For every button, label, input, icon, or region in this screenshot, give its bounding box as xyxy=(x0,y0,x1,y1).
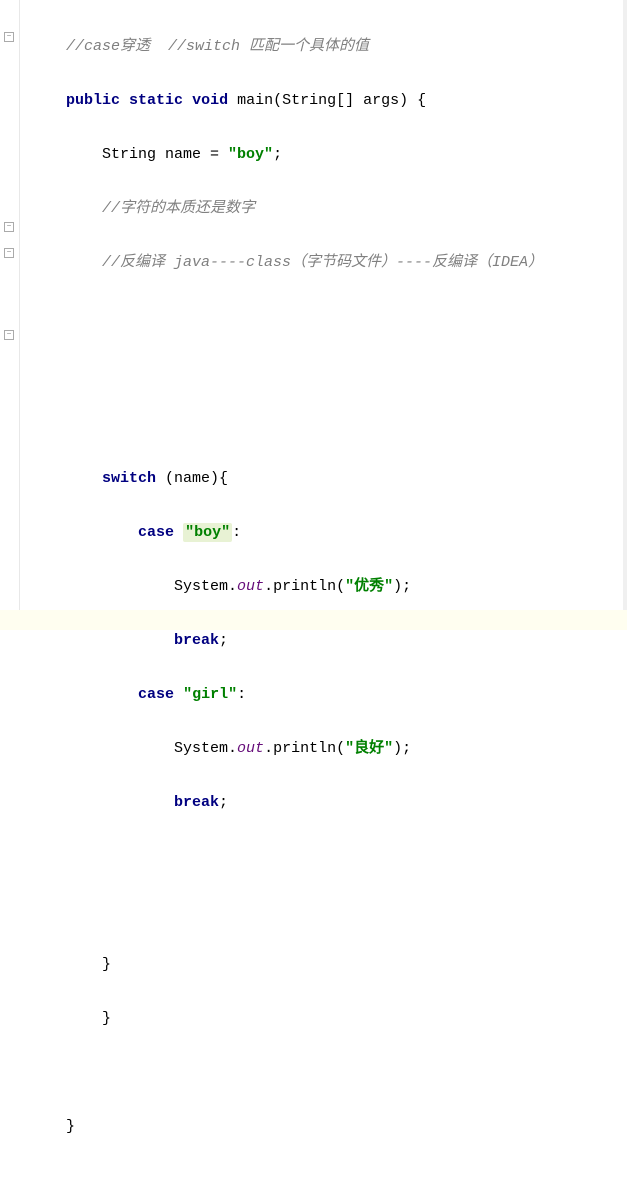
string-literal-highlighted: "boy" xyxy=(183,523,232,542)
close-brace: } xyxy=(66,1118,75,1135)
system-call: System. xyxy=(174,578,237,595)
println: .println( xyxy=(264,578,345,595)
code-content[interactable]: //case穿透 //switch 匹配一个具体的值 public static… xyxy=(20,0,623,630)
fold-icon[interactable]: − xyxy=(4,330,14,340)
comment: //case穿透 xyxy=(66,38,150,55)
println: .println( xyxy=(264,740,345,757)
semicolon: ; xyxy=(273,146,282,163)
keyword-case: case xyxy=(138,686,174,703)
var-decl: String name = xyxy=(102,146,228,163)
close-brace: } xyxy=(102,956,111,973)
switch-expr: (name){ xyxy=(156,470,228,487)
out-field: out xyxy=(237,578,264,595)
paren-end: ); xyxy=(393,578,411,595)
fold-icon[interactable]: − xyxy=(4,248,14,258)
fold-icon[interactable]: − xyxy=(4,222,14,232)
out-field: out xyxy=(237,740,264,757)
string-literal: "girl" xyxy=(183,686,237,703)
keyword-void: void xyxy=(192,92,228,109)
string-literal: "boy" xyxy=(228,146,273,163)
editor-gutter: − − − − xyxy=(0,0,20,630)
system-call: System. xyxy=(174,740,237,757)
semicolon: ; xyxy=(219,632,228,649)
comment: //反编译 java----class（字节码文件）----反编译（IDEA） xyxy=(102,254,543,271)
string-literal: "良好" xyxy=(345,740,393,757)
keyword-break: break xyxy=(174,794,219,811)
comment: //switch 匹配一个具体的值 xyxy=(168,38,369,55)
keyword-switch: switch xyxy=(102,470,156,487)
close-brace: } xyxy=(102,1010,111,1027)
bottom-status-bar xyxy=(0,610,627,630)
comment: //字符的本质还是数字 xyxy=(102,200,255,217)
colon: : xyxy=(232,524,241,541)
semicolon: ; xyxy=(219,794,228,811)
method-signature: main(String[] args) { xyxy=(237,92,426,109)
fold-icon[interactable]: − xyxy=(4,32,14,42)
colon: : xyxy=(237,686,246,703)
code-editor: − − − − //case穿透 //switch 匹配一个具体的值 publi… xyxy=(0,0,627,630)
keyword-static: static xyxy=(129,92,183,109)
paren-end: ); xyxy=(393,740,411,757)
string-literal: "优秀" xyxy=(345,578,393,595)
keyword-case: case xyxy=(138,524,174,541)
keyword-public: public xyxy=(66,92,120,109)
scrollbar-track[interactable] xyxy=(623,0,627,630)
keyword-break: break xyxy=(174,632,219,649)
